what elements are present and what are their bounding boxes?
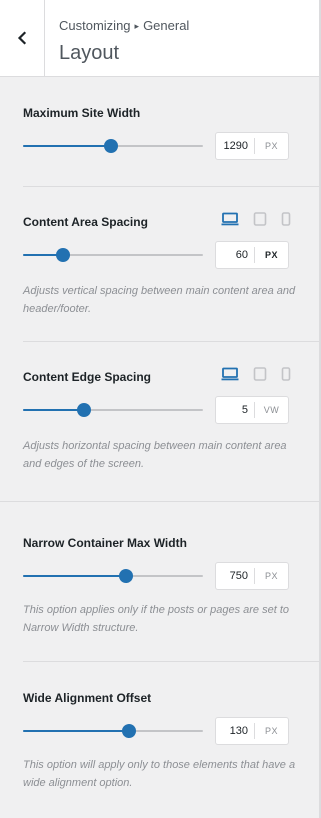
- range-slider[interactable]: [23, 138, 203, 154]
- mobile-icon[interactable]: [281, 367, 291, 381]
- unit-toggle[interactable]: PX: [254, 138, 288, 154]
- tablet-icon[interactable]: [253, 367, 267, 381]
- value-input[interactable]: [216, 403, 254, 417]
- slider-handle[interactable]: [77, 403, 92, 417]
- back-button[interactable]: [0, 0, 45, 76]
- value-input[interactable]: [216, 569, 254, 583]
- wide-alignment-offset-control: Wide Alignment Offset PX This option wil…: [0, 662, 319, 818]
- number-field: PX: [215, 562, 289, 590]
- control-description: Adjusts horizontal spacing between main …: [23, 440, 287, 470]
- tablet-icon[interactable]: [253, 212, 267, 226]
- content-area-spacing-control: Content Area Spacing PX Adjusts vertical…: [0, 187, 319, 342]
- panel-header: Customizing ▸ General Layout: [0, 0, 319, 77]
- unit-toggle[interactable]: PX: [254, 568, 288, 584]
- slider-handle[interactable]: [122, 724, 137, 738]
- number-field: PX: [215, 717, 289, 745]
- breadcrumb-root: Customizing: [59, 18, 131, 33]
- content-edge-spacing-control: Content Edge Spacing VW Adjusts horizont…: [0, 342, 319, 502]
- page-title: Layout: [59, 42, 120, 64]
- slider-handle[interactable]: [55, 248, 70, 262]
- max-site-width-control: Maximum Site Width PX: [0, 77, 319, 187]
- narrow-container-max-width-control: Narrow Container Max Width PX This optio…: [0, 502, 319, 662]
- breadcrumb: Customizing ▸ General: [59, 18, 189, 33]
- control-description: Adjusts vertical spacing between main co…: [23, 285, 296, 315]
- slider-fill: [23, 145, 112, 147]
- control-label: Content Area Spacing: [23, 215, 148, 229]
- control-label: Narrow Container Max Width: [23, 536, 187, 550]
- breadcrumb-current: General: [143, 18, 190, 33]
- number-field: PX: [215, 241, 289, 269]
- desktop-icon[interactable]: [221, 367, 239, 381]
- number-field: VW: [215, 396, 289, 424]
- slider-fill: [23, 730, 130, 732]
- slider-fill: [23, 409, 85, 411]
- breadcrumb-separator: ▸: [134, 21, 140, 31]
- control-description: This option will apply only to those ele…: [23, 759, 296, 789]
- control-label: Maximum Site Width: [23, 106, 141, 120]
- unit-toggle[interactable]: PX: [254, 247, 288, 263]
- customizer-panel: Customizing ▸ General Layout Maximum Site …: [0, 0, 321, 818]
- range-slider[interactable]: [23, 723, 203, 739]
- control-label: Wide Alignment Offset: [23, 691, 152, 705]
- slider-handle[interactable]: [104, 139, 119, 153]
- unit-toggle[interactable]: PX: [254, 723, 288, 739]
- responsive-device-switcher: [221, 212, 291, 226]
- mobile-icon[interactable]: [281, 212, 291, 226]
- responsive-device-switcher: [221, 367, 291, 381]
- range-slider[interactable]: [23, 568, 203, 584]
- slider-handle[interactable]: [118, 569, 133, 583]
- range-slider[interactable]: [23, 402, 203, 418]
- value-input[interactable]: [216, 724, 254, 738]
- number-field: PX: [215, 132, 289, 160]
- control-description: This option applies only if the posts or…: [23, 604, 289, 634]
- range-slider[interactable]: [23, 247, 203, 263]
- control-label: Content Edge Spacing: [23, 370, 152, 384]
- value-input[interactable]: [216, 248, 254, 262]
- slider-fill: [23, 575, 126, 577]
- unit-toggle[interactable]: VW: [254, 402, 288, 418]
- chevron-left-icon: [17, 31, 27, 45]
- value-input[interactable]: [216, 139, 254, 153]
- desktop-icon[interactable]: [221, 212, 239, 226]
